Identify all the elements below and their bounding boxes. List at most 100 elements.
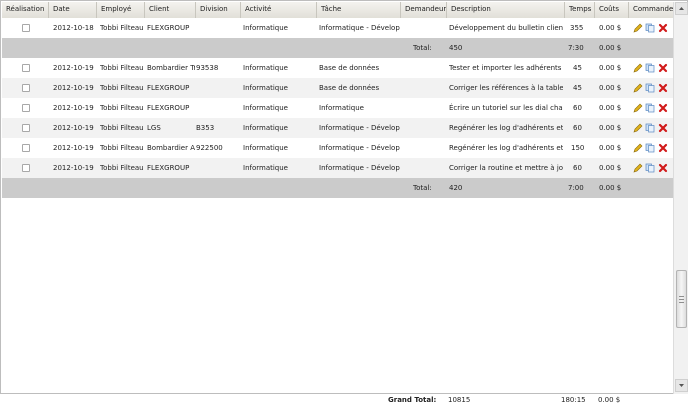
date-cell: 2012-10-19 (53, 144, 94, 152)
copy-icon[interactable] (645, 83, 655, 93)
employe-cell: Tobbi Filteau (100, 24, 144, 32)
description-cell: Regénérer les log d'adhérents et te (449, 124, 563, 132)
copy-icon[interactable] (645, 123, 655, 133)
realisation-checkbox[interactable] (22, 104, 30, 112)
col-realisation[interactable]: Réalisation (2, 2, 49, 18)
pencil-icon[interactable] (633, 143, 643, 153)
description-cell: Regénérer les log d'adhérents et te (449, 144, 563, 152)
employe-cell: Tobbi Filteau (100, 164, 144, 172)
col-employe[interactable]: Employé (97, 2, 145, 18)
pencil-icon[interactable] (633, 123, 643, 133)
pencil-icon[interactable] (633, 63, 643, 73)
realisation-checkbox[interactable] (22, 84, 30, 92)
table-row[interactable]: 2012-10-18 Tobbi Filteau FLEXGROUP Infor… (2, 18, 673, 38)
total-description: 450 (449, 44, 463, 52)
arrow-up-icon (679, 7, 684, 10)
division-cell (196, 98, 240, 118)
realisation-checkbox[interactable] (22, 24, 30, 32)
delete-icon[interactable] (658, 163, 668, 173)
grand-total-bar: Grand Total: 10815 180:15 0.00 $ (0, 394, 690, 406)
copy-icon[interactable] (645, 23, 655, 33)
delete-icon[interactable] (658, 63, 668, 73)
grand-total-label: Grand Total: (388, 396, 437, 404)
col-description[interactable]: Description (447, 2, 565, 18)
total-label: Total: (413, 184, 432, 192)
activite-cell: Informatique (243, 124, 288, 132)
thumb-grip (679, 302, 684, 303)
temps-cell: 45 (573, 84, 582, 92)
demandeur-cell (403, 118, 446, 138)
activite-cell: Informatique (243, 64, 288, 72)
description-cell: Corriger la routine et mettre à jour (449, 164, 563, 172)
employe-cell: Tobbi Filteau (100, 64, 144, 72)
division-cell: B353 (196, 124, 215, 132)
client-cell: FLEXGROUP (147, 104, 190, 112)
delete-icon[interactable] (658, 83, 668, 93)
subtotal-row: Total: 450 7:30 0.00 $ (2, 38, 673, 58)
delete-icon[interactable] (658, 103, 668, 113)
table-row[interactable]: 2012-10-19 Tobbi Filteau FLEXGROUP Infor… (2, 98, 673, 118)
col-client[interactable]: Client (145, 2, 196, 18)
table-row[interactable]: 2012-10-19 Tobbi Filteau Bombardier Tr 9… (2, 58, 673, 78)
grid-header: Réalisation Date Employé Client Division… (2, 2, 673, 19)
col-commandes[interactable]: Commandes (629, 2, 673, 18)
table-row[interactable]: 2012-10-19 Tobbi Filteau Bombardier Ae 9… (2, 138, 673, 158)
col-couts[interactable]: Coûts (595, 2, 629, 18)
col-tache[interactable]: Tâche (317, 2, 401, 18)
couts-cell: 0.00 $ (599, 84, 622, 92)
copy-icon[interactable] (645, 163, 655, 173)
total-description: 420 (449, 184, 463, 192)
total-label: Total: (413, 44, 432, 52)
couts-cell: 0.00 $ (599, 144, 622, 152)
grand-total-couts: 0.00 $ (598, 396, 621, 404)
description-cell: Corriger les références à la table t (449, 84, 563, 92)
temps-cell: 45 (573, 64, 582, 72)
col-demandeur[interactable]: Demandeur (401, 2, 447, 18)
division-cell: 922500 (196, 144, 223, 152)
division-cell (196, 158, 240, 178)
realisation-checkbox[interactable] (22, 164, 30, 172)
vertical-scrollbar[interactable] (673, 2, 688, 394)
employe-cell: Tobbi Filteau (100, 104, 144, 112)
realisation-checkbox[interactable] (22, 144, 30, 152)
date-cell: 2012-10-19 (53, 124, 94, 132)
col-temps[interactable]: Temps (565, 2, 595, 18)
pencil-icon[interactable] (633, 103, 643, 113)
couts-cell: 0.00 $ (599, 124, 622, 132)
delete-icon[interactable] (658, 123, 668, 133)
activite-cell: Informatique (243, 84, 288, 92)
table-row[interactable]: 2012-10-19 Tobbi Filteau LGS B353 Inform… (2, 118, 673, 138)
description-cell: Tester et importer les adhérents (449, 64, 562, 72)
table-row[interactable]: 2012-10-19 Tobbi Filteau FLEXGROUP Infor… (2, 158, 673, 178)
realisation-checkbox[interactable] (22, 64, 30, 72)
col-activite[interactable]: Activité (241, 2, 317, 18)
total-couts: 0.00 $ (599, 184, 622, 192)
scrollbar-thumb[interactable] (676, 270, 687, 328)
couts-cell: 0.00 $ (599, 104, 622, 112)
pencil-icon[interactable] (633, 23, 643, 33)
delete-icon[interactable] (658, 23, 668, 33)
pencil-icon[interactable] (633, 163, 643, 173)
demandeur-cell (403, 98, 446, 118)
scroll-down-button[interactable] (675, 379, 688, 392)
table-row[interactable]: 2012-10-19 Tobbi Filteau FLEXGROUP Infor… (2, 78, 673, 98)
pencil-icon[interactable] (633, 83, 643, 93)
activite-cell: Informatique (243, 104, 288, 112)
thumb-grip (679, 299, 684, 300)
col-date[interactable]: Date (49, 2, 97, 18)
col-division[interactable]: Division (196, 2, 241, 18)
division-cell: 93538 (196, 64, 219, 72)
copy-icon[interactable] (645, 63, 655, 73)
copy-icon[interactable] (645, 103, 655, 113)
delete-icon[interactable] (658, 143, 668, 153)
realisation-checkbox[interactable] (22, 124, 30, 132)
client-cell: LGS (147, 124, 161, 132)
description-cell: Développement du bulletin client (449, 24, 563, 32)
client-cell: Bombardier Ae (147, 144, 195, 152)
employe-cell: Tobbi Filteau (100, 84, 144, 92)
temps-cell: 60 (573, 164, 582, 172)
tache-cell: Informatique - Développ (319, 124, 400, 132)
activite-cell: Informatique (243, 24, 288, 32)
scroll-up-button[interactable] (675, 2, 688, 15)
copy-icon[interactable] (645, 143, 655, 153)
